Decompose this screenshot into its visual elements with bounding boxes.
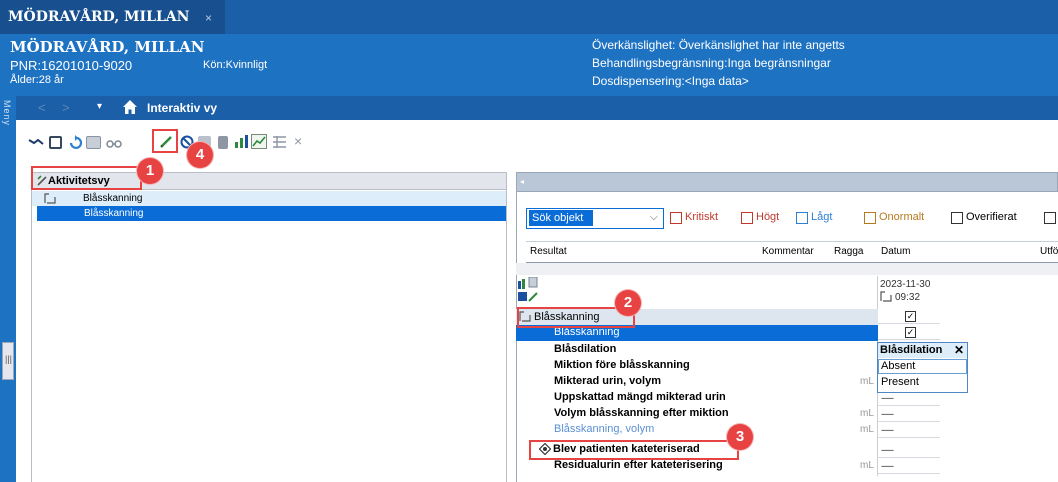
- forward-button[interactable]: >: [62, 100, 70, 115]
- filter-onormalt-checkbox[interactable]: [864, 212, 876, 224]
- date-cell[interactable]: ------: [878, 391, 940, 406]
- back-button[interactable]: <: [38, 100, 46, 115]
- patient-age: Ålder:28 år: [10, 74, 64, 86]
- filter-lagt-checkbox[interactable]: [796, 212, 808, 224]
- link-icon[interactable]: [28, 135, 44, 149]
- tree-row-unit: mL: [860, 408, 874, 419]
- popup-title: Blåsdilation: [880, 344, 943, 356]
- menu-rail[interactable]: [0, 96, 16, 482]
- column-datum[interactable]: Datum: [881, 246, 910, 257]
- highlight-catheterized-row: [529, 440, 739, 460]
- hypersensitivity-info[interactable]: Överkänslighet: Överkänslighet har inte …: [592, 38, 845, 52]
- table-icon[interactable]: [272, 135, 287, 149]
- result-value: ------: [881, 425, 894, 435]
- view-title: Interaktiv vy: [147, 101, 218, 115]
- results-panel-header: [516, 172, 1058, 192]
- date-cell[interactable]: ------: [878, 407, 940, 422]
- annotation-badge-2: 2: [615, 290, 641, 316]
- activity-row-selected-label: Blåsskanning: [84, 208, 144, 219]
- popup-option-absent-label[interactable]: Absent: [881, 360, 915, 372]
- result-value: ------: [881, 409, 894, 419]
- folder-tree-icon: [880, 291, 892, 302]
- tree-row-label: Uppskattad mängd mikterad urin: [554, 391, 726, 403]
- dose-dispensing-info[interactable]: Dosdispensering:<Inga data>: [592, 74, 749, 88]
- filter-overifierat-checkbox[interactable]: [951, 212, 963, 224]
- tree-toolbar-icon[interactable]: [517, 277, 543, 303]
- filter-extra-checkbox[interactable]: [1044, 212, 1056, 224]
- tree-row-unit: mL: [860, 376, 874, 387]
- date-cell[interactable]: ------: [878, 423, 940, 438]
- tree-row-label: Mikterad urin, volym: [554, 375, 661, 387]
- column-resultat[interactable]: Resultat: [530, 246, 567, 257]
- result-value: ------: [881, 393, 894, 403]
- activity-view-body: [31, 190, 507, 482]
- annotation-badge-3: 3: [727, 424, 753, 450]
- filter-kritiskt-label[interactable]: Kritiskt: [685, 211, 718, 223]
- search-object-value[interactable]: Sök objekt: [529, 210, 593, 226]
- result-checkbox[interactable]: ✓: [905, 327, 916, 338]
- chevron-down-icon[interactable]: ⌵: [650, 212, 658, 223]
- tree-row-label: Miktion före blåsskanning: [554, 359, 690, 371]
- menu-label[interactable]: Meny: [2, 100, 12, 126]
- column-kommentar[interactable]: Kommentar: [762, 246, 814, 257]
- treatment-limit-info[interactable]: Behandlingsbegränsning:Inga begränsninga…: [592, 56, 831, 70]
- result-value: ------: [881, 445, 894, 455]
- tree-row-label: Blåsskanning, volym: [554, 423, 655, 435]
- patient-gender: Kön:Kvinnligt: [203, 59, 268, 71]
- result-time: 09:32: [895, 292, 921, 303]
- refresh-icon[interactable]: [68, 135, 83, 150]
- tab-close-icon[interactable]: ×: [205, 11, 212, 25]
- patient-name: MÖDRAVÅRD, MILLAN: [10, 38, 205, 56]
- graph-icon[interactable]: [251, 134, 267, 149]
- annotation-badge-4: 4: [187, 142, 213, 168]
- date-cell[interactable]: ------: [878, 459, 940, 474]
- annotation-badge-1: 1: [137, 158, 163, 184]
- patient-pnr: PNR:16201010-9020: [10, 58, 133, 73]
- patient-tab-label: MÖDRAVÅRD, MILLAN: [8, 9, 190, 25]
- tree-row-label: Residualurin efter kateterisering: [554, 459, 723, 471]
- filter-lagt-label[interactable]: Lågt: [811, 211, 832, 223]
- highlight-activity-view: [31, 166, 142, 190]
- grid-icon[interactable]: [49, 136, 62, 149]
- column-utford[interactable]: Utförd: [1040, 246, 1058, 257]
- rail-handle[interactable]: |||: [2, 342, 14, 380]
- glasses-icon[interactable]: [106, 136, 122, 149]
- handle-grip-icon: |||: [5, 354, 13, 364]
- date-cell: ✓: [878, 325, 940, 340]
- result-date: 2023-11-30: [880, 279, 931, 290]
- chart-icon[interactable]: [234, 134, 249, 149]
- tree-row-label: Blåsdilation: [554, 343, 617, 355]
- close-icon[interactable]: ✕: [954, 343, 964, 357]
- home-icon[interactable]: [122, 99, 138, 115]
- patient-tab[interactable]: MÖDRAVÅRD, MILLAN: [0, 0, 225, 34]
- result-value: ------: [881, 461, 894, 471]
- close-icon[interactable]: ×: [294, 133, 302, 149]
- filter-kritiskt-checkbox[interactable]: [670, 212, 682, 224]
- collapse-arrow-icon[interactable]: ◂: [520, 177, 524, 186]
- tree-row-unit: mL: [860, 460, 874, 471]
- folder-tree-icon: [44, 193, 56, 204]
- activity-row-label: Blåsskanning: [83, 193, 143, 204]
- date-cell[interactable]: ------: [878, 443, 940, 458]
- highlight-pen-tool: [152, 129, 178, 153]
- nav-dropdown-icon[interactable]: ▾: [97, 101, 102, 112]
- filter-onormalt-label[interactable]: Onormalt: [879, 211, 924, 223]
- filter-overifierat-label[interactable]: Overifierat: [966, 211, 1017, 223]
- filter-hogt-label[interactable]: Högt: [756, 211, 779, 223]
- date-cell: ✓: [878, 309, 940, 324]
- tree-row-label: Volym blåsskanning efter miktion: [554, 407, 729, 419]
- print-icon[interactable]: [218, 136, 228, 149]
- results-separator: [516, 263, 1058, 275]
- filter-hogt-checkbox[interactable]: [741, 212, 753, 224]
- tree-row-unit: mL: [860, 424, 874, 435]
- result-checkbox[interactable]: ✓: [905, 311, 916, 322]
- popup-option-present-label[interactable]: Present: [881, 376, 919, 388]
- card-icon[interactable]: [86, 136, 101, 149]
- column-ragga[interactable]: Ragga: [834, 246, 863, 257]
